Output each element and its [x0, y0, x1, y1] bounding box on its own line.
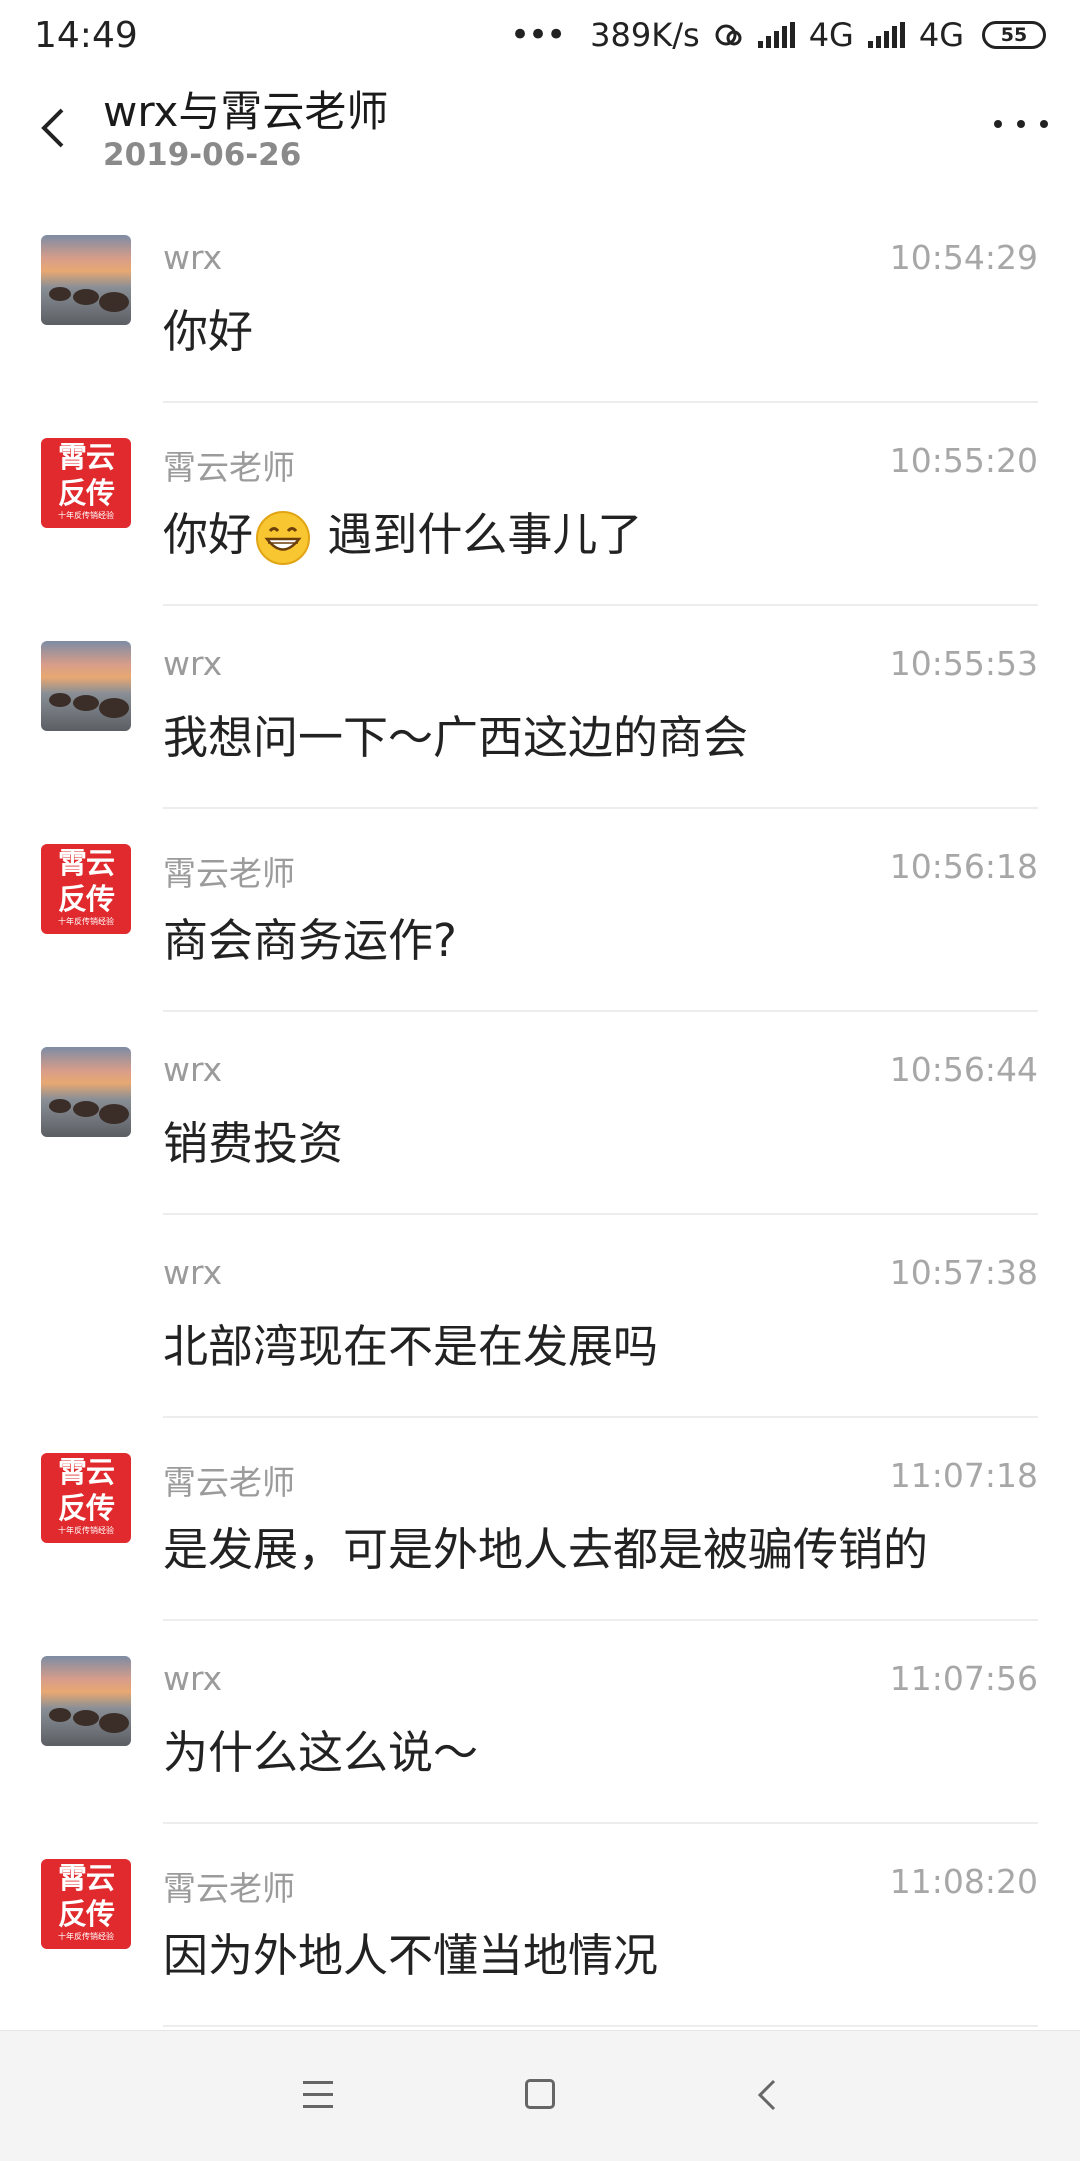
brand-logo-line1: 霄云	[57, 846, 115, 880]
message-time: 10:54:29	[889, 238, 1038, 277]
status-indicators: ••• 389K/s 4G 4G 55	[510, 15, 1046, 55]
message-time: 10:57:38	[889, 1253, 1038, 1292]
avatar-wrx[interactable]	[41, 641, 131, 731]
message-item[interactable]: 霄云 反传 十年反传销经验 霄云老师 10:55:20 你好 遇到什么事儿了	[0, 403, 1080, 606]
more-options-button[interactable]	[994, 116, 1048, 132]
menu-icon[interactable]	[303, 2081, 333, 2109]
message-time: 11:07:18	[889, 1456, 1038, 1495]
message-text-part: 遇到什么事儿了	[313, 508, 643, 561]
brand-logo-tagline: 十年反传销经验	[58, 1526, 114, 1535]
signal-icon	[757, 22, 795, 48]
page-subtitle-date: 2019-06-26	[103, 137, 302, 173]
message-item[interactable]: 霄云 反传 十年反传销经验 霄云老师 11:08:20 因为外地人不懂当地情况	[0, 1824, 1080, 2027]
message-time: 10:55:20	[889, 441, 1038, 480]
divider	[163, 2025, 1038, 2027]
message-item[interactable]: wrx 10:57:38 北部湾现在不是在发展吗	[0, 1215, 1080, 1418]
message-item[interactable]: wrx 10:54:29 你好	[0, 200, 1080, 403]
message-list: wrx 10:54:29 你好 霄云 反传 十年反传销经验 霄云老师 10:55…	[0, 200, 1080, 2027]
sender-name: wrx	[163, 1659, 223, 1698]
message-text: 为什么这么说～	[163, 1726, 479, 1779]
battery-icon: 55	[982, 21, 1046, 49]
sender-name: wrx	[163, 238, 223, 277]
brand-logo-line1: 霄云	[57, 1861, 115, 1895]
brand-logo-line2: 反传	[57, 476, 115, 510]
message-text-part: 你好	[163, 508, 254, 561]
avatar-wrx[interactable]	[41, 1656, 131, 1746]
sender-name: wrx	[163, 1050, 223, 1089]
hotspot-icon	[715, 24, 742, 46]
message-item[interactable]: wrx 10:56:44 销费投资	[0, 1012, 1080, 1215]
status-bar: 14:49 ••• 389K/s 4G 4G 55	[0, 0, 1080, 70]
more-notifications-icon: •••	[510, 15, 566, 55]
message-item[interactable]: 霄云 反传 十年反传销经验 霄云老师 10:56:18 商会商务运作?	[0, 809, 1080, 1012]
network-speed: 389K/s	[590, 16, 700, 54]
message-item[interactable]: wrx 11:07:56 为什么这么说～	[0, 1621, 1080, 1824]
message-time: 11:08:20	[889, 1862, 1038, 1901]
avatar-brand-logo[interactable]: 霄云 反传 十年反传销经验	[41, 1453, 131, 1543]
network-type-1: 4G	[808, 16, 854, 54]
brand-logo-line1: 霄云	[57, 1455, 115, 1489]
avatar-brand-logo[interactable]: 霄云 反传 十年反传销经验	[41, 844, 131, 934]
brand-logo-line2: 反传	[57, 1491, 115, 1525]
brand-logo-tagline: 十年反传销经验	[58, 1932, 114, 1941]
chat-header: wrx与霄云老师 2019-06-26	[0, 70, 1080, 190]
brand-logo-line1: 霄云	[57, 440, 115, 474]
brand-logo-tagline: 十年反传销经验	[58, 511, 114, 520]
sender-name: 霄云老师	[163, 448, 295, 487]
signal-icon-2	[867, 22, 905, 48]
brand-logo-tagline: 十年反传销经验	[58, 917, 114, 926]
status-time: 14:49	[34, 14, 138, 56]
back-button[interactable]	[32, 98, 76, 158]
message-text: 北部湾现在不是在发展吗	[163, 1320, 659, 1373]
home-icon[interactable]	[525, 2079, 555, 2109]
avatar-brand-logo[interactable]: 霄云 反传 十年反传销经验	[41, 1859, 131, 1949]
brand-logo-line2: 反传	[57, 882, 115, 916]
message-text: 因为外地人不懂当地情况	[163, 1929, 659, 1982]
message-text: 是发展，可是外地人去都是被骗传销的	[163, 1523, 929, 1576]
back-icon[interactable]	[752, 2077, 782, 2113]
sender-name: 霄云老师	[163, 854, 295, 893]
message-item[interactable]: 霄云 反传 十年反传销经验 霄云老师 11:07:18 是发展，可是外地人去都是…	[0, 1418, 1080, 1621]
message-item[interactable]: wrx 10:55:53 我想问一下～广西这边的商会	[0, 606, 1080, 809]
avatar-wrx[interactable]	[41, 235, 131, 325]
grinning-face-emoji-icon	[256, 511, 311, 565]
network-type-2: 4G	[918, 16, 964, 54]
sender-name: 霄云老师	[163, 1869, 295, 1908]
battery-level: 55	[1000, 24, 1028, 46]
message-text: 你好 遇到什么事儿了	[163, 498, 642, 566]
message-time: 10:55:53	[889, 644, 1038, 683]
avatar-brand-logo[interactable]: 霄云 反传 十年反传销经验	[41, 438, 131, 528]
message-text: 你好	[163, 305, 254, 358]
avatar-wrx[interactable]	[41, 1047, 131, 1137]
page-title: wrx与霄云老师	[103, 87, 389, 136]
message-text: 我想问一下～广西这边的商会	[163, 711, 749, 764]
message-time: 10:56:44	[889, 1050, 1038, 1089]
brand-logo-line2: 反传	[57, 1897, 115, 1931]
system-navigation-bar	[0, 2030, 1080, 2161]
message-text: 商会商务运作?	[163, 914, 457, 967]
sender-name: wrx	[163, 1253, 223, 1292]
message-time: 11:07:56	[889, 1659, 1038, 1698]
sender-name: 霄云老师	[163, 1463, 295, 1502]
message-text: 销费投资	[163, 1117, 344, 1170]
message-time: 10:56:18	[889, 847, 1038, 886]
sender-name: wrx	[163, 644, 223, 683]
